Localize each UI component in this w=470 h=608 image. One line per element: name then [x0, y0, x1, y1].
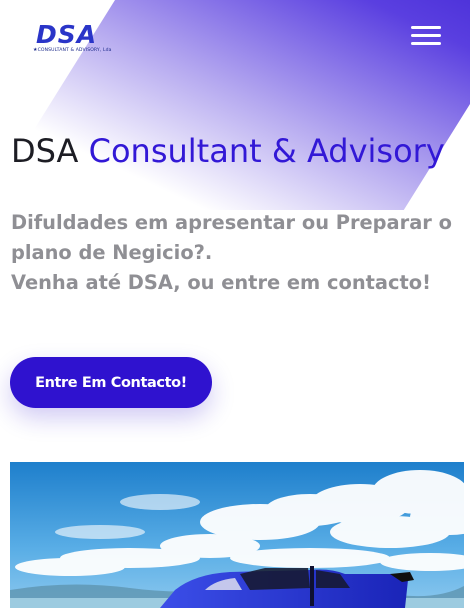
hero-description-line: plano de Negicio?.: [11, 241, 213, 264]
hero-title: DSA Consultant & Advisory: [11, 128, 445, 174]
menu-line: [411, 42, 441, 45]
hero-description: Difuldades em apresentar ou Preparar o p…: [11, 208, 461, 298]
hamburger-menu-icon[interactable]: [411, 26, 441, 46]
menu-line: [411, 26, 441, 29]
hero-description-line: Venha até DSA, ou entre em contacto!: [11, 271, 431, 294]
contact-button[interactable]: Entre Em Contacto!: [10, 357, 212, 408]
hero-description-line: Difuldades em apresentar ou Preparar o: [11, 211, 452, 234]
hero-title-brand: DSA: [11, 132, 79, 170]
menu-line: [411, 34, 441, 37]
hero-car-image: [10, 462, 464, 608]
logo[interactable]: DSA ★CONSULTANT & ADVISORY, Lda: [32, 22, 124, 54]
hero-car-illustration: [10, 462, 464, 608]
logo-subtitle: ★CONSULTANT & ADVISORY, Lda: [33, 47, 112, 53]
page: DSA ★CONSULTANT & ADVISORY, Lda DSA Cons…: [0, 0, 470, 608]
logo-mark: DSA: [36, 20, 98, 49]
hero-title-accent: Consultant & Advisory: [88, 132, 445, 170]
header: DSA ★CONSULTANT & ADVISORY, Lda: [0, 0, 470, 80]
